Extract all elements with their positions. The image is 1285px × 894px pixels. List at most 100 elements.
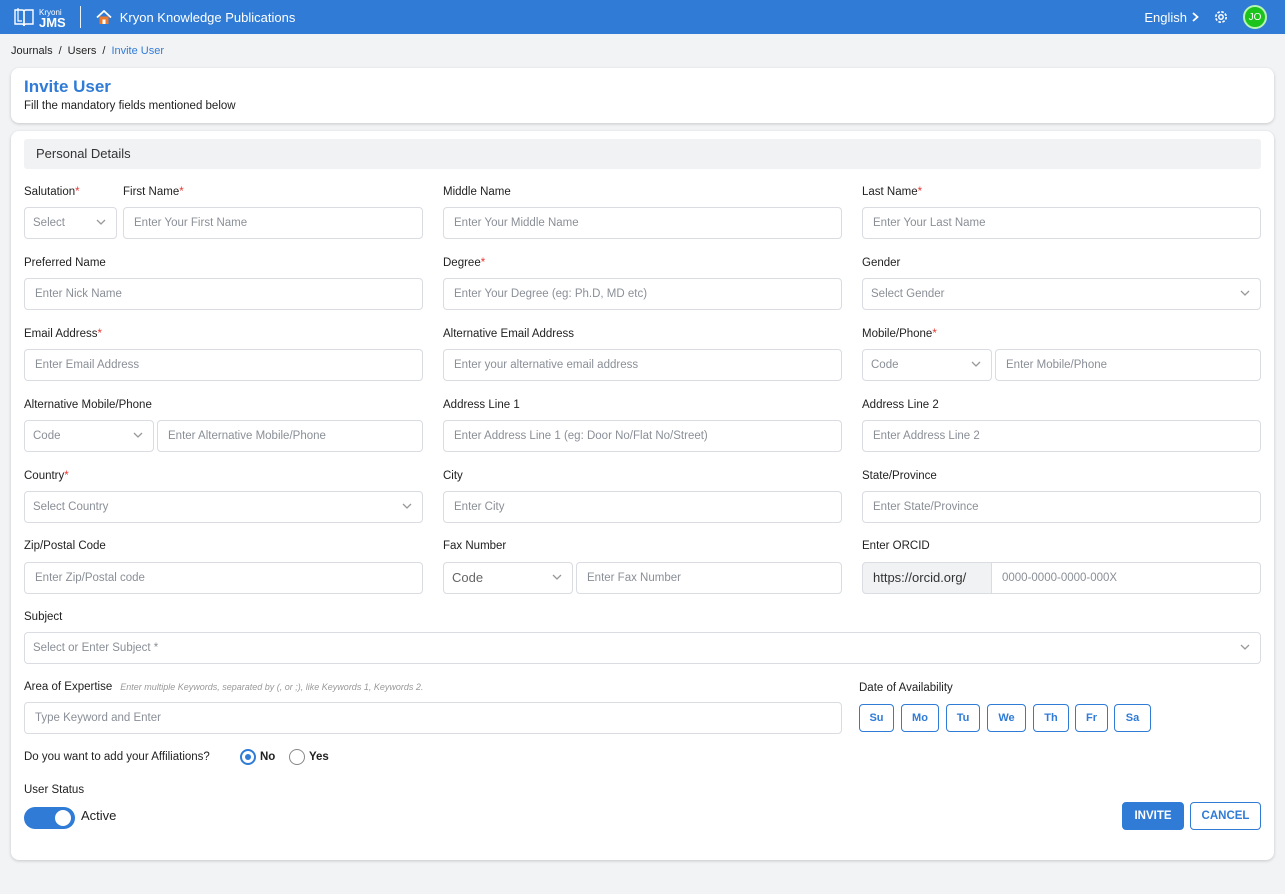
expertise-hint: Enter multiple Keywords, separated by (,…	[120, 682, 424, 692]
chevron-down-icon	[133, 432, 143, 438]
invite-button[interactable]: INVITE	[1122, 802, 1184, 830]
middle-name-input[interactable]: Enter Your Middle Name	[443, 207, 842, 239]
header-divider	[79, 6, 81, 28]
user-status-value: Active	[81, 808, 117, 823]
affiliations-yes-label: Yes	[309, 751, 329, 763]
fax-code-select[interactable]: Code	[443, 562, 573, 594]
top-bar: Kryoni JMS Kryon Knowledge Publications …	[0, 0, 1285, 34]
state-label: State/Province	[862, 470, 937, 482]
preferred-name-input[interactable]: Enter Nick Name	[24, 278, 423, 310]
address1-label: Address Line 1	[443, 399, 520, 411]
settings-button[interactable]	[1213, 9, 1229, 25]
mobile-input[interactable]: Enter Mobile/Phone	[995, 349, 1261, 381]
city-label: City	[443, 470, 463, 482]
chevron-down-icon	[971, 361, 981, 367]
country-select[interactable]: Select Country	[24, 491, 423, 523]
app-logo[interactable]: Kryoni JMS	[13, 7, 66, 30]
day-friday[interactable]: Fr	[1075, 704, 1108, 732]
expertise-label: Area of Expertise Enter multiple Keywords…	[24, 681, 424, 693]
subject-select[interactable]: Select or Enter Subject *	[24, 632, 1261, 664]
salutation-value: Select	[33, 217, 65, 229]
city-input[interactable]: Enter City	[443, 491, 842, 523]
fax-code-value: Code	[452, 570, 484, 585]
section-title: Personal Details	[24, 139, 1261, 169]
page-subtitle: Fill the mandatory fields mentioned belo…	[24, 100, 236, 112]
state-input[interactable]: Enter State/Province	[862, 491, 1261, 523]
affiliations-no-radio[interactable]	[240, 749, 256, 765]
breadcrumb-current: Invite User	[111, 45, 165, 57]
chevron-right-icon	[1192, 12, 1199, 22]
salutation-label: Salutation*	[24, 186, 80, 198]
page-title: Invite User	[24, 77, 111, 96]
language-label: English	[1144, 9, 1187, 25]
user-avatar[interactable]: JO	[1243, 5, 1267, 29]
mobile-label: Mobile/Phone*	[862, 328, 937, 340]
gender-label: Gender	[862, 257, 901, 269]
alt-mobile-label: Alternative Mobile/Phone	[24, 399, 152, 411]
alt-mobile-input[interactable]: Enter Alternative Mobile/Phone	[157, 420, 423, 452]
email-label: Email Address*	[24, 328, 102, 340]
breadcrumb-journals[interactable]: Journals	[11, 45, 53, 57]
invite-user-form: Personal Details Salutation* Select Firs…	[11, 131, 1274, 860]
zip-input[interactable]: Enter Zip/Postal code	[24, 562, 423, 594]
chevron-down-icon	[1240, 290, 1250, 296]
gender-value: Select Gender	[871, 288, 945, 300]
fax-input[interactable]: Enter Fax Number	[576, 562, 842, 594]
chevron-down-icon	[402, 503, 412, 509]
mobile-code-value: Code	[871, 359, 899, 371]
address1-input[interactable]: Enter Address Line 1 (eg: Door No/Flat N…	[443, 420, 842, 452]
publication-title: Kryon Knowledge Publications	[119, 9, 296, 25]
affiliations-yes-radio[interactable]	[289, 749, 305, 765]
last-name-input[interactable]: Enter Your Last Name	[862, 207, 1261, 239]
address2-label: Address Line 2	[862, 399, 939, 411]
last-name-label: Last Name*	[862, 186, 923, 198]
mobile-code-select[interactable]: Code	[862, 349, 992, 381]
breadcrumb: Journals / Users / Invite User	[11, 45, 164, 57]
expertise-input[interactable]: Type Keyword and Enter	[24, 702, 842, 734]
book-icon	[14, 8, 34, 27]
preferred-name-label: Preferred Name	[24, 257, 106, 269]
home-link[interactable]: Kryon Knowledge Publications	[96, 9, 296, 25]
orcid-label: Enter ORCID	[862, 540, 930, 552]
chevron-down-icon	[1240, 644, 1250, 650]
alt-mobile-code-select[interactable]: Code	[24, 420, 154, 452]
breadcrumb-separator: /	[58, 45, 62, 57]
day-tuesday[interactable]: Tu	[946, 704, 980, 732]
alt-email-input[interactable]: Enter your alternative email address	[443, 349, 842, 381]
first-name-input[interactable]: Enter Your First Name	[123, 207, 423, 239]
breadcrumb-separator: /	[102, 45, 106, 57]
alt-email-label: Alternative Email Address	[443, 328, 575, 340]
subject-value: Select or Enter Subject *	[33, 642, 159, 654]
home-icon	[96, 9, 112, 24]
salutation-select[interactable]: Select	[24, 207, 117, 239]
affiliations-question: Do you want to add your Affiliations?	[24, 751, 210, 763]
country-label: Country*	[24, 470, 69, 482]
user-status-toggle[interactable]	[24, 807, 75, 829]
email-input[interactable]: Enter Email Address	[24, 349, 423, 381]
day-saturday[interactable]: Sa	[1114, 704, 1151, 732]
degree-label: Degree*	[443, 257, 486, 269]
first-name-label: First Name*	[123, 186, 184, 198]
degree-input[interactable]: Enter Your Degree (eg: Ph.D, MD etc)	[443, 278, 842, 310]
day-wednesday[interactable]: We	[987, 704, 1026, 732]
day-thursday[interactable]: Th	[1033, 704, 1069, 732]
user-status-label: User Status	[24, 784, 85, 796]
middle-name-label: Middle Name	[443, 186, 511, 198]
page-header-card: Invite User Fill the mandatory fields me…	[11, 68, 1274, 123]
alt-mobile-code-value: Code	[33, 430, 61, 442]
country-value: Select Country	[33, 501, 109, 513]
gear-icon	[1215, 11, 1227, 23]
logo-big-text: JMS	[39, 14, 66, 30]
breadcrumb-users[interactable]: Users	[68, 45, 97, 57]
fax-label: Fax Number	[443, 540, 507, 552]
day-sunday[interactable]: Su	[859, 704, 894, 732]
address2-input[interactable]: Enter Address Line 2	[862, 420, 1261, 452]
language-selector[interactable]: English	[1144, 10, 1199, 25]
chevron-down-icon	[552, 574, 562, 580]
availability-label: Date of Availability	[859, 682, 953, 694]
orcid-input[interactable]: 0000-0000-0000-000X	[992, 562, 1261, 594]
chevron-down-icon	[96, 219, 106, 225]
gender-select[interactable]: Select Gender	[862, 278, 1261, 310]
day-monday[interactable]: Mo	[901, 704, 939, 732]
cancel-button[interactable]: CANCEL	[1190, 802, 1261, 830]
